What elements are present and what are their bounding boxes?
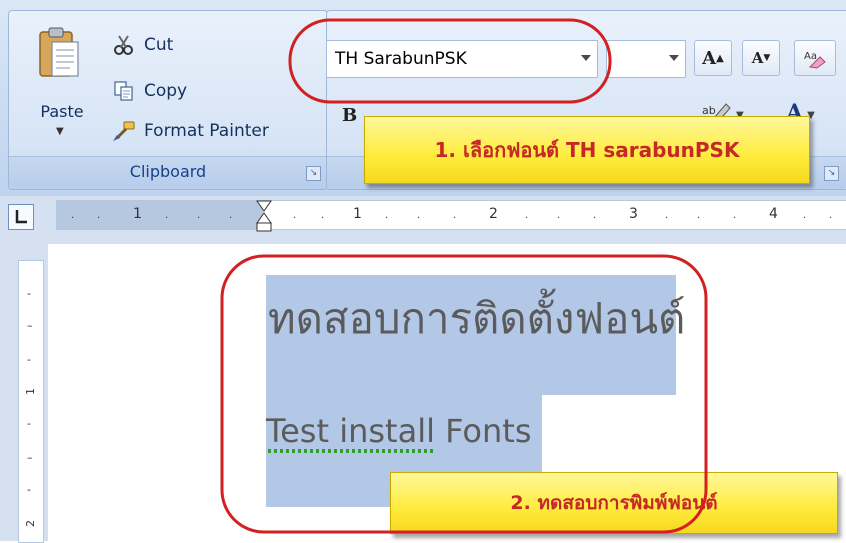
- cut-label: Cut: [144, 35, 174, 55]
- ruler-tick: ·: [557, 213, 561, 224]
- ruler-tick: ·: [293, 213, 297, 224]
- shrink-font-button[interactable]: A ▼: [742, 40, 780, 76]
- grow-font-label: A: [702, 47, 717, 69]
- ruler-tick: ·: [733, 213, 737, 224]
- ruler-tick: ·: [165, 213, 169, 224]
- ruler-tick: ·: [525, 213, 529, 224]
- vertical-ruler-bar: - – - 1 - – - 2: [0, 244, 48, 543]
- ruler-tick: -: [27, 417, 31, 430]
- font-name-dropdown-icon[interactable]: [581, 55, 591, 61]
- clipboard-icon: [39, 27, 79, 77]
- ruler-number: 3: [629, 206, 638, 222]
- indent-marker-icon[interactable]: [255, 199, 273, 233]
- paste-button[interactable]: Paste ▼: [26, 22, 98, 152]
- ruler-tick: -: [27, 287, 31, 300]
- copy-icon: [112, 80, 136, 102]
- copy-button[interactable]: Copy: [112, 78, 187, 104]
- thai-heading-text[interactable]: ทดสอบการติดตั้งฟอนต์: [268, 286, 685, 352]
- bold-label: B: [342, 104, 358, 126]
- font-name-combobox[interactable]: TH SarabunPSK: [326, 40, 598, 78]
- cut-button[interactable]: Cut: [112, 32, 173, 58]
- ruler-tick: ·: [697, 213, 701, 224]
- up-arrow-icon: ▲: [716, 52, 724, 64]
- ruler-tick: ·: [229, 213, 233, 224]
- ruler-tick: –: [27, 319, 33, 332]
- spelling-squiggle: [268, 449, 434, 453]
- format-painter-button[interactable]: Format Painter: [112, 118, 269, 144]
- down-arrow-icon: ▼: [763, 53, 771, 63]
- grow-font-button[interactable]: A ▲: [694, 40, 732, 76]
- font-name-value: TH SarabunPSK: [335, 49, 467, 69]
- shrink-font-label: A: [751, 49, 764, 67]
- clipboard-group-title: Clipboard: [129, 162, 207, 181]
- ruler-tick: –: [27, 451, 33, 464]
- clipboard-dialog-launcher-icon[interactable]: ↘: [306, 166, 321, 181]
- ruler-number: 4: [769, 206, 778, 222]
- callout-select-font: 1. เลือกฟอนต์ TH sarabunPSK: [364, 116, 810, 184]
- horizontal-ruler[interactable]: · · 1 · · · · · 1 · · · 2 · · · 3 · · · …: [56, 199, 846, 233]
- svg-text:Aa: Aa: [804, 51, 817, 62]
- font-size-dropdown-icon[interactable]: [669, 55, 679, 61]
- ruler-tick: ·: [803, 213, 807, 224]
- copy-label: Copy: [144, 81, 188, 101]
- vertical-ruler[interactable]: - – - 1 - – - 2: [18, 260, 44, 543]
- ruler-tick: ·: [665, 213, 669, 224]
- ruler-tick: ·: [97, 213, 101, 224]
- clipboard-group-label: Clipboard ↘: [9, 156, 327, 189]
- bold-button[interactable]: B: [342, 98, 357, 132]
- tab-stop-icon[interactable]: [8, 204, 34, 230]
- ruler-tick: ·: [71, 213, 75, 224]
- english-test-text[interactable]: Test install Fonts: [266, 412, 531, 450]
- ruler-number: 1: [133, 206, 142, 222]
- horizontal-ruler-bar: · · 1 · · · · · 1 · · · 2 · · · 3 · · · …: [0, 196, 846, 245]
- ruler-tick: ·: [453, 213, 457, 224]
- paste-label: Paste: [40, 102, 84, 121]
- format-painter-label: Format Painter: [144, 121, 269, 141]
- ruler-tick: ·: [197, 213, 201, 224]
- ruler-tick: -: [27, 483, 31, 496]
- chevron-down-icon: ▼: [56, 126, 64, 137]
- format-painter-icon: [112, 120, 136, 142]
- ruler-tick: ·: [829, 213, 833, 224]
- ruler-number: 1: [24, 388, 37, 395]
- font-dialog-launcher-icon[interactable]: ↘: [824, 166, 839, 181]
- ruler-number: 2: [24, 520, 37, 527]
- scissors-icon: [112, 34, 136, 56]
- font-size-combobox[interactable]: [606, 40, 686, 78]
- ruler-number: 1: [353, 206, 362, 222]
- callout-test-font: 2. ทดสอบการพิมพ์ฟอนต์: [390, 472, 838, 534]
- clear-formatting-button[interactable]: Aa: [794, 40, 836, 76]
- clear-formatting-icon: Aa: [804, 51, 826, 69]
- ruler-tick: ·: [321, 213, 325, 224]
- ruler-tick: ·: [417, 213, 421, 224]
- callout-test-font-text: 2. ทดสอบการพิมพ์ฟอนต์: [510, 492, 718, 514]
- ruler-number: 2: [489, 206, 498, 222]
- ruler-tick: ·: [593, 213, 597, 224]
- ruler-tick: -: [27, 353, 31, 366]
- callout-select-font-text: 1. เลือกฟอนต์ TH sarabunPSK: [434, 138, 740, 162]
- ruler-tick: ·: [385, 213, 389, 224]
